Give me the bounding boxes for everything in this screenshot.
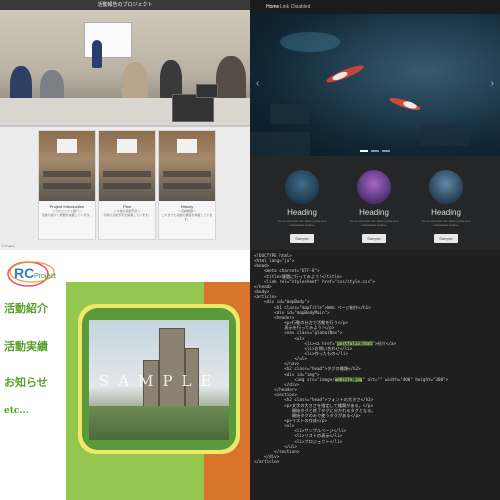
project-logo[interactable]: RC Project <box>6 256 62 288</box>
activity-report-page: 活動報告のプロジェクト Project Introduction ～プロジェクト… <box>0 0 250 250</box>
sample-button[interactable]: Sample <box>290 234 314 243</box>
column-image <box>285 170 319 204</box>
card-photo <box>99 131 155 201</box>
nav-link[interactable]: Link <box>280 4 289 10</box>
column-heading: Heading <box>287 208 317 217</box>
code-line[interactable]: </article> <box>254 459 448 464</box>
column-heading: Heading <box>359 208 389 217</box>
sample-button[interactable]: Sample <box>434 234 458 243</box>
card-photo <box>39 131 95 201</box>
sample-watermark: SAMPLE <box>99 372 221 390</box>
carousel[interactable]: ‹ › <box>250 14 500 156</box>
divider <box>0 125 250 127</box>
code-editor[interactable]: <!DOCTYPE html> <html lang="ja"> <head> <m… <box>250 250 500 500</box>
card-description: これまでの活動の履歴を掲載しています。 <box>161 213 213 221</box>
card-project-introduction[interactable]: Project Introduction ～プロジェクト紹介～ 活動の紹介と概要… <box>38 130 96 240</box>
project-site-page: RC Project 活動紹介 活動実績 お知らせ etc... SAMPLE <box>0 250 250 500</box>
column-image <box>357 170 391 204</box>
card-history[interactable]: History ～活動履歴～ これまでの活動の履歴を掲載しています。 <box>158 130 216 240</box>
menu-item-results[interactable]: 活動実績 <box>4 338 48 354</box>
feature-column: Heading Donec sed odio dui. Etiam porta … <box>272 170 332 245</box>
svg-text:Project: Project <box>34 273 56 280</box>
menu-item-activities[interactable]: 活動紹介 <box>4 300 48 316</box>
card-plan[interactable]: Plan ～今後の活動予定～ 今後の活動予定を掲載しています。 <box>98 130 156 240</box>
menu-item-etc[interactable]: etc... <box>4 406 29 416</box>
sample-button[interactable]: Sample <box>362 234 386 243</box>
carousel-indicators[interactable] <box>360 150 390 152</box>
feature-column: Heading Donec sed odio dui. Etiam porta … <box>416 170 476 245</box>
card-description: 活動の紹介と概要を掲載しています。 <box>41 213 93 217</box>
feature-column: Heading Donec sed odio dui. Etiam porta … <box>344 170 404 245</box>
nav-home-link[interactable]: Home <box>266 4 279 10</box>
column-image <box>429 170 463 204</box>
carousel-page: Home Link Disabled ‹ › Heading Donec sed… <box>250 0 500 250</box>
column-text: Donec sed odio dui. Etiam porta sem male… <box>277 219 327 227</box>
carousel-prev-icon[interactable]: ‹ <box>256 78 259 89</box>
svg-text:RC: RC <box>14 265 34 281</box>
card-photo <box>159 131 215 201</box>
column-text: Donec sed odio dui. Etiam porta sem male… <box>421 219 471 227</box>
card-description: 今後の活動予定を掲載しています。 <box>103 213 151 217</box>
carousel-next-icon[interactable]: › <box>491 78 494 89</box>
koi-fish-image <box>280 32 421 110</box>
footer-text: © Project <box>2 244 15 248</box>
column-text: Donec sed odio dui. Etiam porta sem male… <box>349 219 399 227</box>
hero-photo <box>0 10 250 125</box>
building-photo: SAMPLE <box>89 320 229 440</box>
column-heading: Heading <box>431 208 461 217</box>
code-view[interactable]: <!DOCTYPE html> <html lang="ja"> <head> <m… <box>254 253 448 464</box>
nav-disabled-link[interactable]: Disabled <box>291 4 310 10</box>
page-title: 活動報告のプロジェクト <box>0 0 250 10</box>
navbar: Home Link Disabled <box>250 0 500 14</box>
menu-item-news[interactable]: お知らせ <box>4 374 48 390</box>
